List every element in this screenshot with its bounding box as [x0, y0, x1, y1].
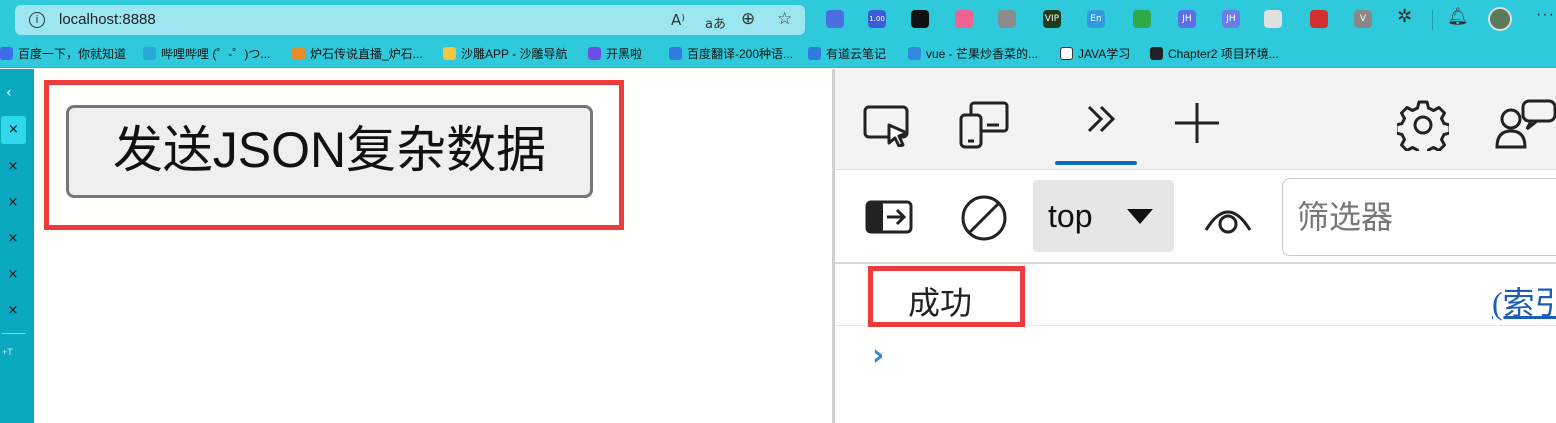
- bookmark-label: 沙雕APP - 沙雕导航: [461, 47, 568, 61]
- inspect-element-icon[interactable]: [863, 103, 913, 147]
- bookmark-item[interactable]: JAVA学习: [1060, 45, 1130, 62]
- bookmark-favicon-icon: [908, 47, 921, 60]
- bookmark-favicon-icon: [1060, 47, 1073, 60]
- bookmark-item[interactable]: 哔哩哔哩 (゜-゜)つ...: [143, 45, 270, 62]
- bookmark-item[interactable]: vue - 芒果炒香菜的...: [908, 45, 1038, 62]
- zoom-icon[interactable]: ⊕: [741, 9, 755, 29]
- console-log-source-link[interactable]: (索引: [1492, 278, 1556, 324]
- console-prompt-icon[interactable]: ›: [872, 338, 884, 373]
- book-extension-icon[interactable]: [998, 10, 1016, 28]
- bookmark-label: vue - 芒果炒香菜的...: [926, 47, 1039, 61]
- tabstrip-divider: [2, 333, 26, 334]
- bookmark-label: JAVA学习: [1078, 47, 1131, 61]
- toolbar-divider: [1432, 10, 1433, 30]
- bird-extension-icon[interactable]: [826, 10, 844, 28]
- live-expression-eye-icon[interactable]: [1203, 200, 1253, 236]
- profile-avatar[interactable]: [1488, 7, 1512, 31]
- active-tab-indicator: [1055, 161, 1137, 165]
- video-extension-icon[interactable]: 1.00: [868, 10, 886, 28]
- vue-extension-icon[interactable]: V: [1354, 10, 1372, 28]
- more-menu-icon[interactable]: ···: [1536, 6, 1555, 24]
- tab-close-icon[interactable]: ×: [1, 116, 26, 144]
- bookmark-favicon-icon: [292, 47, 305, 60]
- feedback-icon[interactable]: [1495, 99, 1556, 151]
- vertical-tab-strip: ‹ × × × × × × +T: [0, 69, 34, 423]
- tab-close-icon[interactable]: ×: [0, 297, 26, 325]
- extensions-puzzle-icon[interactable]: ✲: [1397, 6, 1412, 27]
- console-filter-input[interactable]: [1282, 178, 1556, 256]
- translate-icon[interactable]: aあ: [705, 13, 726, 32]
- bookmark-item[interactable]: Chapter2 项目环境...: [1150, 45, 1279, 62]
- jh-extension-icon[interactable]: JH: [1178, 10, 1196, 28]
- add-tool-icon[interactable]: [1173, 101, 1221, 145]
- jh2-extension-icon[interactable]: JH: [1222, 10, 1240, 28]
- address-bar-url[interactable]: localhost:8888: [59, 11, 156, 28]
- bookmark-favicon-icon: [0, 47, 13, 60]
- bookmarks-bar: 百度一下，你就知道 哔哩哔哩 (゜-゜)つ... 炉石传说直播_炉石... 沙雕APP…: [0, 40, 1556, 68]
- add-favorite-icon[interactable]: ☆: [777, 9, 792, 29]
- bookmark-favicon-icon: [808, 47, 821, 60]
- dropdown-triangle-icon: [1127, 209, 1153, 224]
- bookmark-label: 炉石传说直播_炉石...: [310, 47, 423, 61]
- panda-extension-icon[interactable]: [911, 10, 929, 28]
- settings-gear-icon[interactable]: [1397, 99, 1449, 151]
- browser-toolbar: i localhost:8888 A⁾ aあ ⊕ ☆ 1.00 VIP En JH JH…: [0, 0, 1556, 40]
- bookmark-item[interactable]: 开黑啦: [588, 45, 642, 62]
- context-selector[interactable]: top: [1033, 180, 1174, 252]
- bookmark-label: 百度翻译-200种语...: [687, 47, 794, 61]
- pink-extension-icon[interactable]: [955, 10, 973, 28]
- bookmark-favicon-icon: [588, 47, 601, 60]
- bookmark-item[interactable]: 沙雕APP - 沙雕导航: [443, 45, 567, 62]
- site-info-icon[interactable]: i: [29, 12, 45, 28]
- collapse-tabs-icon[interactable]: ‹: [6, 85, 12, 101]
- address-bar[interactable]: i localhost:8888 A⁾ aあ ⊕ ☆: [15, 5, 805, 35]
- bookmark-label: 百度一下，你就知道: [18, 47, 127, 61]
- read-aloud-icon[interactable]: A⁾: [671, 11, 685, 29]
- context-selector-value: top: [1048, 198, 1093, 234]
- bookmark-favicon-icon: [143, 47, 156, 60]
- console-log-message: 成功: [908, 285, 973, 321]
- bookmark-favicon-icon: [1150, 47, 1163, 60]
- devtools-toolbar: [835, 69, 1556, 169]
- device-emulation-icon[interactable]: [959, 101, 1009, 149]
- more-tabs-icon[interactable]: [1085, 101, 1119, 137]
- bookmark-item[interactable]: 百度一下，你就知道: [0, 45, 126, 62]
- translate-extension-icon[interactable]: En: [1087, 10, 1105, 28]
- new-tab-button[interactable]: +T: [2, 347, 13, 357]
- tab-close-icon[interactable]: ×: [0, 189, 26, 217]
- bookmark-favicon-icon: [443, 47, 456, 60]
- bookmark-label: Chapter2 项目环境...: [1168, 47, 1279, 61]
- tab-close-icon[interactable]: ×: [0, 261, 26, 289]
- bookmark-favicon-icon: [669, 47, 682, 60]
- console-sidebar-icon[interactable]: [865, 200, 913, 234]
- bookmark-label: 哔哩哔哩 (゜-゜)つ...: [161, 47, 271, 61]
- chat-extension-icon[interactable]: [1264, 10, 1282, 28]
- red-extension-icon[interactable]: [1310, 10, 1328, 28]
- bookmark-item[interactable]: 有道云笔记: [808, 45, 886, 62]
- tab-close-icon[interactable]: ×: [0, 225, 26, 253]
- clear-console-icon[interactable]: [960, 194, 1008, 242]
- send-json-button[interactable]: 发送JSON复杂数据: [66, 105, 593, 198]
- vip-extension-icon[interactable]: VIP: [1043, 10, 1061, 28]
- bookmark-item[interactable]: 炉石传说直播_炉石...: [292, 45, 423, 62]
- bookmark-item[interactable]: 百度翻译-200种语...: [669, 45, 793, 62]
- tab-close-icon[interactable]: ×: [0, 153, 26, 181]
- notifications-bell-icon[interactable]: 🔔︎: [1447, 7, 1469, 27]
- bookmark-label: 开黑啦: [606, 47, 643, 61]
- bookmark-label: 有道云笔记: [826, 47, 887, 61]
- shield-extension-icon[interactable]: [1133, 10, 1151, 28]
